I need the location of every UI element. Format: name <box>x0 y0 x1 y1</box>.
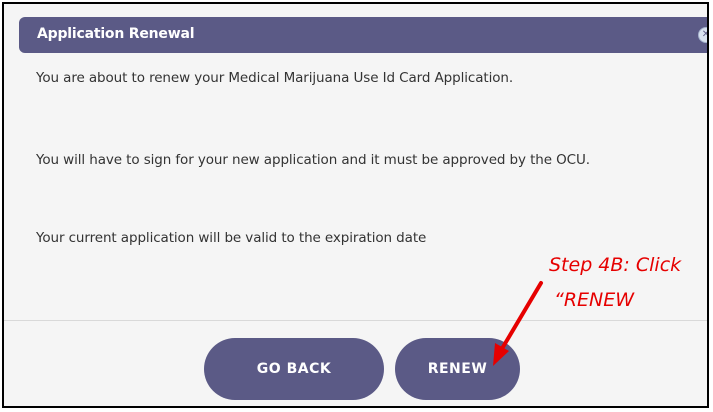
dialog-title: Application Renewal <box>37 26 195 42</box>
dialog-titlebar: Application Renewal ✕ <box>19 17 707 53</box>
renew-button[interactable]: RENEW <box>395 338 520 400</box>
renew-notice-text: You are about to renew your Medical Mari… <box>36 70 514 86</box>
annotation-step-text: Step 4B: Click <box>549 254 682 276</box>
validity-text: Your current application will be valid t… <box>36 230 427 246</box>
renewal-dialog: Application Renewal ✕ You are about to r… <box>2 2 709 408</box>
close-icon[interactable]: ✕ <box>698 27 707 43</box>
go-back-button[interactable]: GO BACK <box>204 338 384 400</box>
footer-divider <box>4 320 707 321</box>
annotation-renew-text: “RENEW <box>554 289 635 311</box>
sign-approval-text: You will have to sign for your new appli… <box>36 152 590 168</box>
